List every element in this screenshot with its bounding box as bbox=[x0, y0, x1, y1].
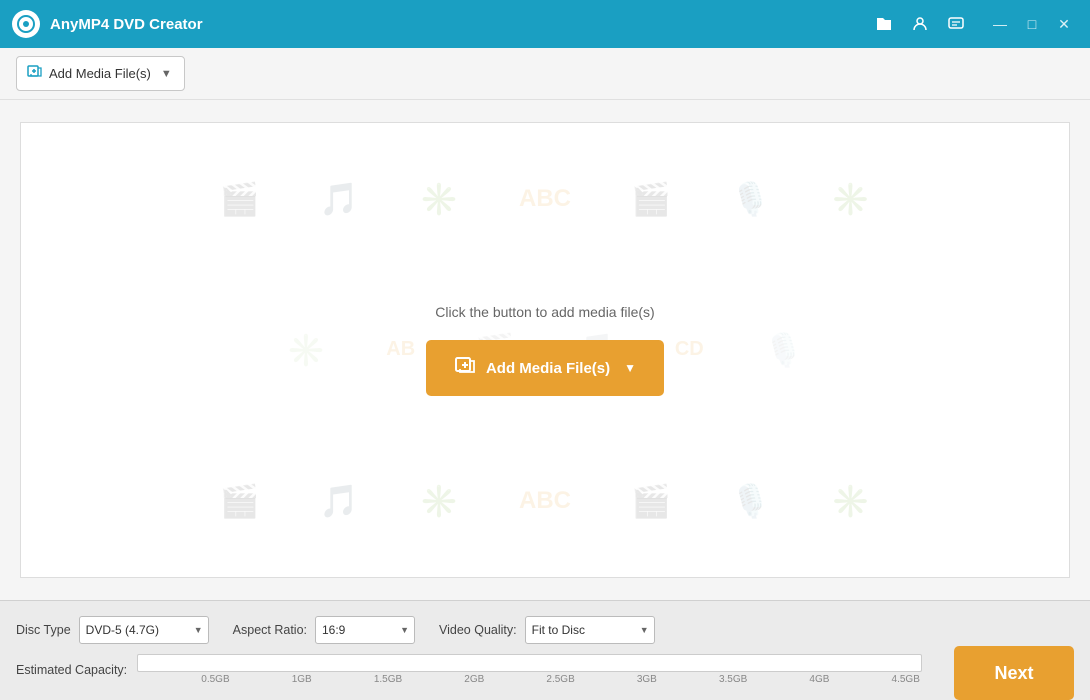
feedback-icon[interactable] bbox=[942, 10, 970, 38]
add-media-button[interactable]: Add Media File(s) ▼ bbox=[16, 56, 185, 91]
video-quality-field: Video Quality: Fit to Disc High Quality … bbox=[439, 616, 655, 644]
toolbar: Add Media File(s) ▼ bbox=[0, 48, 1090, 100]
video-quality-select[interactable]: Fit to Disc High Quality Medium Quality … bbox=[525, 616, 655, 644]
disc-type-field: Disc Type DVD-5 (4.7G) DVD-9 (8.5G) BD-2… bbox=[16, 616, 209, 644]
video-quality-label: Video Quality: bbox=[439, 623, 517, 637]
capacity-bar-wrapper: 0.5GB 1GB 1.5GB 2GB 2.5GB 3GB 3.5GB 4GB … bbox=[137, 654, 922, 685]
maximize-button[interactable]: □ bbox=[1018, 10, 1046, 38]
capacity-bar-bg bbox=[137, 654, 922, 672]
disc-type-select[interactable]: DVD-5 (4.7G) DVD-9 (8.5G) BD-25 BD-50 bbox=[79, 616, 209, 644]
aspect-ratio-field: Aspect Ratio: 16:9 4:3 bbox=[233, 616, 415, 644]
aspect-ratio-select-wrapper: 16:9 4:3 bbox=[315, 616, 415, 644]
app-title: AnyMP4 DVD Creator bbox=[50, 16, 870, 33]
add-media-big-label: Add Media File(s) bbox=[486, 360, 610, 377]
aspect-ratio-select[interactable]: 16:9 4:3 bbox=[315, 616, 415, 644]
titlebar: AnyMP4 DVD Creator — □ ✕ bbox=[0, 0, 1090, 48]
drop-zone: 🎬 🎵 ✳️ ABC 🎬 🎙️ ✳️ ✳️ AB 🎬 🎵 CD 🎙️ 🎬 🎵 ✳… bbox=[20, 122, 1070, 578]
next-button[interactable]: Next bbox=[954, 646, 1074, 700]
drop-center: Click the button to add media file(s) Ad… bbox=[426, 304, 664, 396]
minimize-button[interactable]: — bbox=[986, 10, 1014, 38]
drop-hint-text: Click the button to add media file(s) bbox=[435, 304, 654, 320]
disc-type-label: Disc Type bbox=[16, 623, 71, 637]
add-media-big-button[interactable]: Add Media File(s) ▼ bbox=[426, 340, 664, 396]
app-logo bbox=[12, 10, 40, 38]
aspect-ratio-label: Aspect Ratio: bbox=[233, 623, 307, 637]
capacity-ticks: 0.5GB 1GB 1.5GB 2GB 2.5GB 3GB 3.5GB 4GB … bbox=[137, 674, 922, 685]
bottom-row-1: Disc Type DVD-5 (4.7G) DVD-9 (8.5G) BD-2… bbox=[16, 616, 922, 644]
bottom-fields: Disc Type DVD-5 (4.7G) DVD-9 (8.5G) BD-2… bbox=[16, 616, 938, 685]
window-controls: — □ ✕ bbox=[986, 10, 1078, 38]
add-media-big-arrow: ▼ bbox=[624, 361, 636, 375]
add-media-label: Add Media File(s) bbox=[49, 66, 151, 81]
bottom-bar: Disc Type DVD-5 (4.7G) DVD-9 (8.5G) BD-2… bbox=[0, 600, 1090, 700]
dropdown-arrow-icon: ▼ bbox=[161, 68, 172, 80]
titlebar-toolbar-icons bbox=[870, 10, 970, 38]
add-media-big-icon bbox=[454, 354, 476, 382]
add-media-icon bbox=[27, 63, 43, 84]
video-quality-select-wrapper: Fit to Disc High Quality Medium Quality … bbox=[525, 616, 655, 644]
open-file-icon[interactable] bbox=[870, 10, 898, 38]
disc-type-select-wrapper: DVD-5 (4.7G) DVD-9 (8.5G) BD-25 BD-50 bbox=[79, 616, 209, 644]
register-icon[interactable] bbox=[906, 10, 934, 38]
estimated-capacity-label: Estimated Capacity: bbox=[16, 663, 127, 677]
bottom-row-2: Estimated Capacity: 0.5GB 1GB 1.5GB 2GB … bbox=[16, 654, 922, 685]
close-button[interactable]: ✕ bbox=[1050, 10, 1078, 38]
